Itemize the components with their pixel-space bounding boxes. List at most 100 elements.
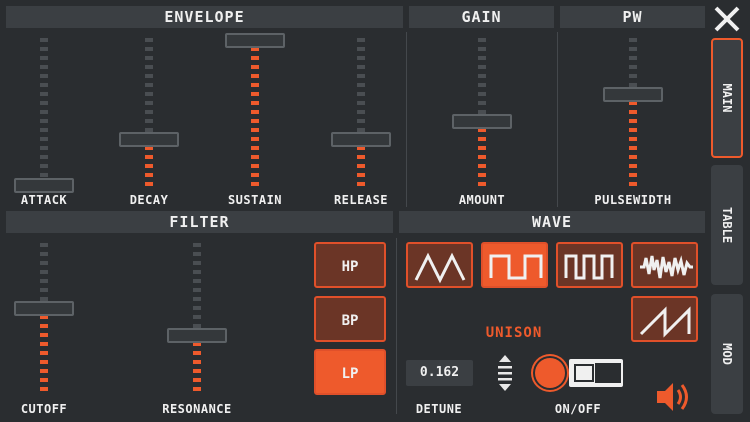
slider-thumb[interactable] [603,87,663,102]
slider-segment [40,288,48,292]
detune-label: DETUNE [415,402,463,416]
slider-segment [629,56,637,60]
slider-segment [145,56,153,60]
slider-segment [251,56,259,60]
slider-thumb[interactable] [14,301,74,316]
decay-label: DECAY [129,193,169,207]
noise-wave-icon [640,255,693,279]
slider-segment [251,146,259,150]
slider-segment [193,351,201,355]
slider-segment [357,47,365,51]
slider-segment [251,83,259,87]
release-label: RELEASE [333,193,389,207]
slider-thumb[interactable] [331,132,391,147]
filter-bp-button[interactable]: BP [314,296,386,342]
filter-header: FILTER [6,211,393,233]
slider-segment [145,119,153,123]
slider-segment [478,83,486,87]
slider-segment [145,65,153,69]
slider-segment [40,128,48,132]
slider-segment [629,38,637,42]
detune-value[interactable]: 0.162 [406,360,473,386]
slider-segment [40,137,48,141]
slider-segment [357,164,365,168]
slider-segment [193,243,201,247]
pulsewidth-slider[interactable] [603,36,663,191]
slider-segment [40,351,48,355]
tab-table[interactable]: TABLE [711,165,743,285]
slider-thumb[interactable] [167,328,227,343]
cutoff-label: CUTOFF [20,402,68,416]
slider-segment [357,56,365,60]
slider-segment [40,83,48,87]
slider-segment [357,65,365,69]
slider-segment [251,92,259,96]
slider-segment [40,164,48,168]
slider-segment [357,155,365,159]
speaker-icon[interactable] [655,380,693,414]
onoff-label: ON/OFF [554,402,602,416]
slider-segment [145,164,153,168]
slider-segment [629,182,637,186]
wave-square-button[interactable] [481,242,548,288]
slider-segment [193,288,201,292]
slider-thumb[interactable] [225,33,285,48]
slider-segment [145,92,153,96]
slider-segment [629,110,637,114]
resonance-label: RESONANCE [162,402,232,416]
slider-segment [40,261,48,265]
slider-segment [40,56,48,60]
wave-sawtooth-button[interactable] [631,296,698,342]
slider-segment [145,74,153,78]
slider-segment [251,137,259,141]
release-slider[interactable] [331,36,391,191]
slider-thumb[interactable] [452,114,512,129]
slider-segment [251,74,259,78]
decay-slider[interactable] [119,36,179,191]
filter-hp-button[interactable]: HP [314,242,386,288]
wave-pulse-button[interactable] [556,242,623,288]
unison-record-icon[interactable] [535,358,565,388]
slider-segment [40,270,48,274]
slider-segment [193,360,201,364]
slider-segment [478,56,486,60]
cutoff-slider[interactable] [14,241,74,396]
slider-segment [251,110,259,114]
resonance-slider[interactable] [167,241,227,396]
sawtooth-wave-icon [639,306,691,338]
wave-noise-button[interactable] [631,242,698,288]
slider-segment [40,110,48,114]
tab-main[interactable]: MAIN [711,38,743,158]
wave-triangle-button[interactable] [406,242,473,288]
slider-segment [357,101,365,105]
slider-segment [145,83,153,87]
slider-segment [40,279,48,283]
slider-thumb[interactable] [14,178,74,193]
square-wave-icon [489,254,543,280]
slider-segment [251,119,259,123]
slider-segment [357,74,365,78]
slider-segment [357,173,365,177]
slider-segment [629,74,637,78]
slider-segment [629,47,637,51]
divider [396,238,397,414]
tab-mod[interactable]: MOD [711,294,743,414]
attack-slider[interactable] [14,36,74,193]
slider-thumb[interactable] [119,132,179,147]
slider-segment [357,119,365,123]
filter-lp-button[interactable]: LP [314,349,386,395]
sustain-label: SUSTAIN [227,193,283,207]
slider-segment [629,65,637,69]
sustain-slider[interactable] [225,33,285,191]
slider-segment [478,137,486,141]
slider-segment [193,306,201,310]
slider-segment [478,47,486,51]
unison-toggle[interactable] [569,359,623,387]
detune-stepper-icon[interactable] [495,354,515,392]
slider-segment [478,146,486,150]
amount-slider[interactable] [452,36,512,191]
slider-segment [251,128,259,132]
close-icon[interactable] [712,4,742,34]
slider-segment [629,155,637,159]
slider-segment [357,83,365,87]
